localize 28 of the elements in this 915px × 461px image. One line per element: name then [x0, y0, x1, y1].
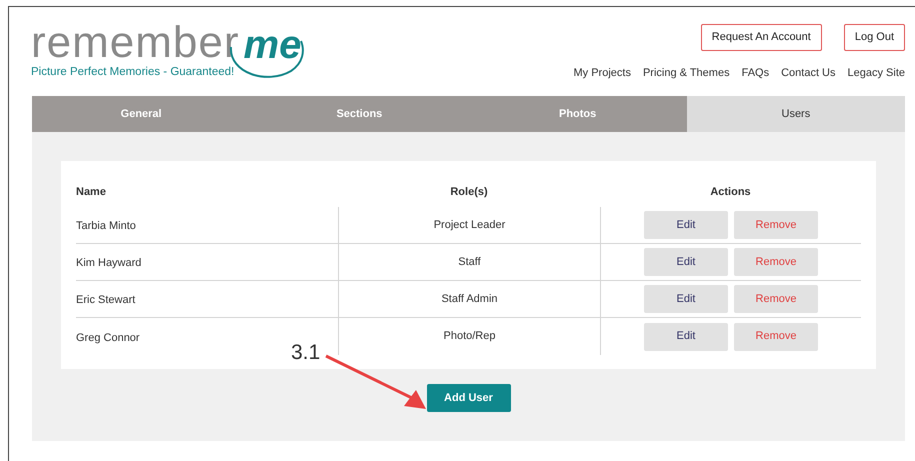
- nav-link[interactable]: Contact Us: [781, 65, 836, 82]
- column-header: Name: [76, 186, 106, 198]
- nav-link[interactable]: Pricing & Themes: [642, 65, 730, 82]
- logo-accent: me: [244, 25, 302, 65]
- log-out-button[interactable]: Log Out: [844, 24, 905, 51]
- annotation-label: 3.1: [291, 340, 320, 366]
- column-header: Role(s): [450, 186, 488, 198]
- logo-tagline: Picture Perfect Memories - Guaranteed!: [31, 65, 236, 80]
- edit-button[interactable]: Edit: [644, 285, 728, 313]
- table-cell-text: Staff: [458, 254, 481, 270]
- add-user-button[interactable]: Add User: [426, 384, 510, 412]
- table-cell: Tarbia Minto: [76, 220, 136, 232]
- request-account-button[interactable]: Request An Account: [700, 24, 822, 51]
- table-cell: Greg Connor: [76, 332, 140, 344]
- table-cell-text: Photo/Rep: [444, 329, 496, 344]
- nav-link[interactable]: Legacy Site: [848, 65, 905, 82]
- edit-button[interactable]: Edit: [644, 248, 728, 276]
- tab[interactable]: Users: [686, 96, 905, 132]
- logo-wordmark: remember: [31, 23, 240, 63]
- column-header: Actions: [710, 186, 751, 198]
- table-cell: Kim Hayward: [76, 257, 142, 269]
- table-cell-text: Project Leader: [434, 218, 506, 233]
- nav-link[interactable]: My Projects: [574, 65, 631, 82]
- nav-link[interactable]: FAQs: [742, 65, 770, 82]
- table-cell-text: Staff Admin: [441, 292, 498, 307]
- edit-button[interactable]: Edit: [644, 211, 728, 239]
- edit-button[interactable]: Edit: [644, 322, 728, 350]
- table-cell: Eric Stewart: [76, 294, 136, 306]
